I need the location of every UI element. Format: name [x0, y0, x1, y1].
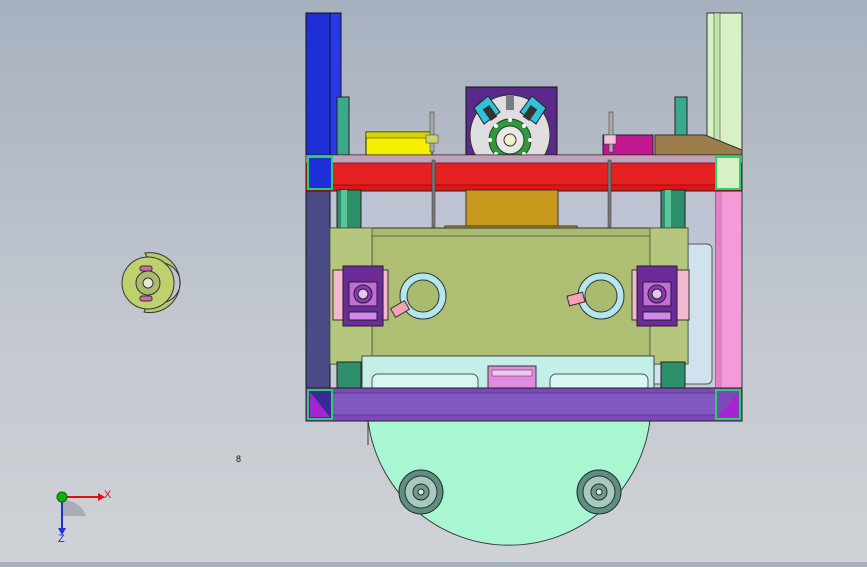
- cyan-lower-plate[interactable]: [361, 355, 655, 393]
- cad-drawing[interactable]: X Z: [0, 0, 867, 562]
- x-axis-label: X: [104, 489, 112, 501]
- gold-neck[interactable]: [465, 189, 559, 229]
- ring-part-icon[interactable]: [121, 252, 181, 314]
- view-label: 8: [236, 454, 242, 464]
- purple-bottom-beam[interactable]: [305, 387, 743, 422]
- left-wheel: [398, 469, 444, 515]
- left-clamp[interactable]: [332, 265, 389, 327]
- pillar-right-upper: [660, 189, 686, 229]
- left-lower-post[interactable]: [305, 189, 331, 391]
- red-top-beam[interactable]: [305, 154, 743, 192]
- cad-viewport[interactable]: X Z 8: [0, 0, 867, 562]
- bottom-plate[interactable]: [367, 404, 651, 546]
- triad-icon: [56, 491, 105, 535]
- right-clamp[interactable]: [631, 265, 690, 327]
- pillar-left-upper: [336, 189, 362, 229]
- right-wheel: [576, 469, 622, 515]
- rod-left-top: [336, 96, 350, 158]
- z-axis-label: Z: [58, 533, 65, 545]
